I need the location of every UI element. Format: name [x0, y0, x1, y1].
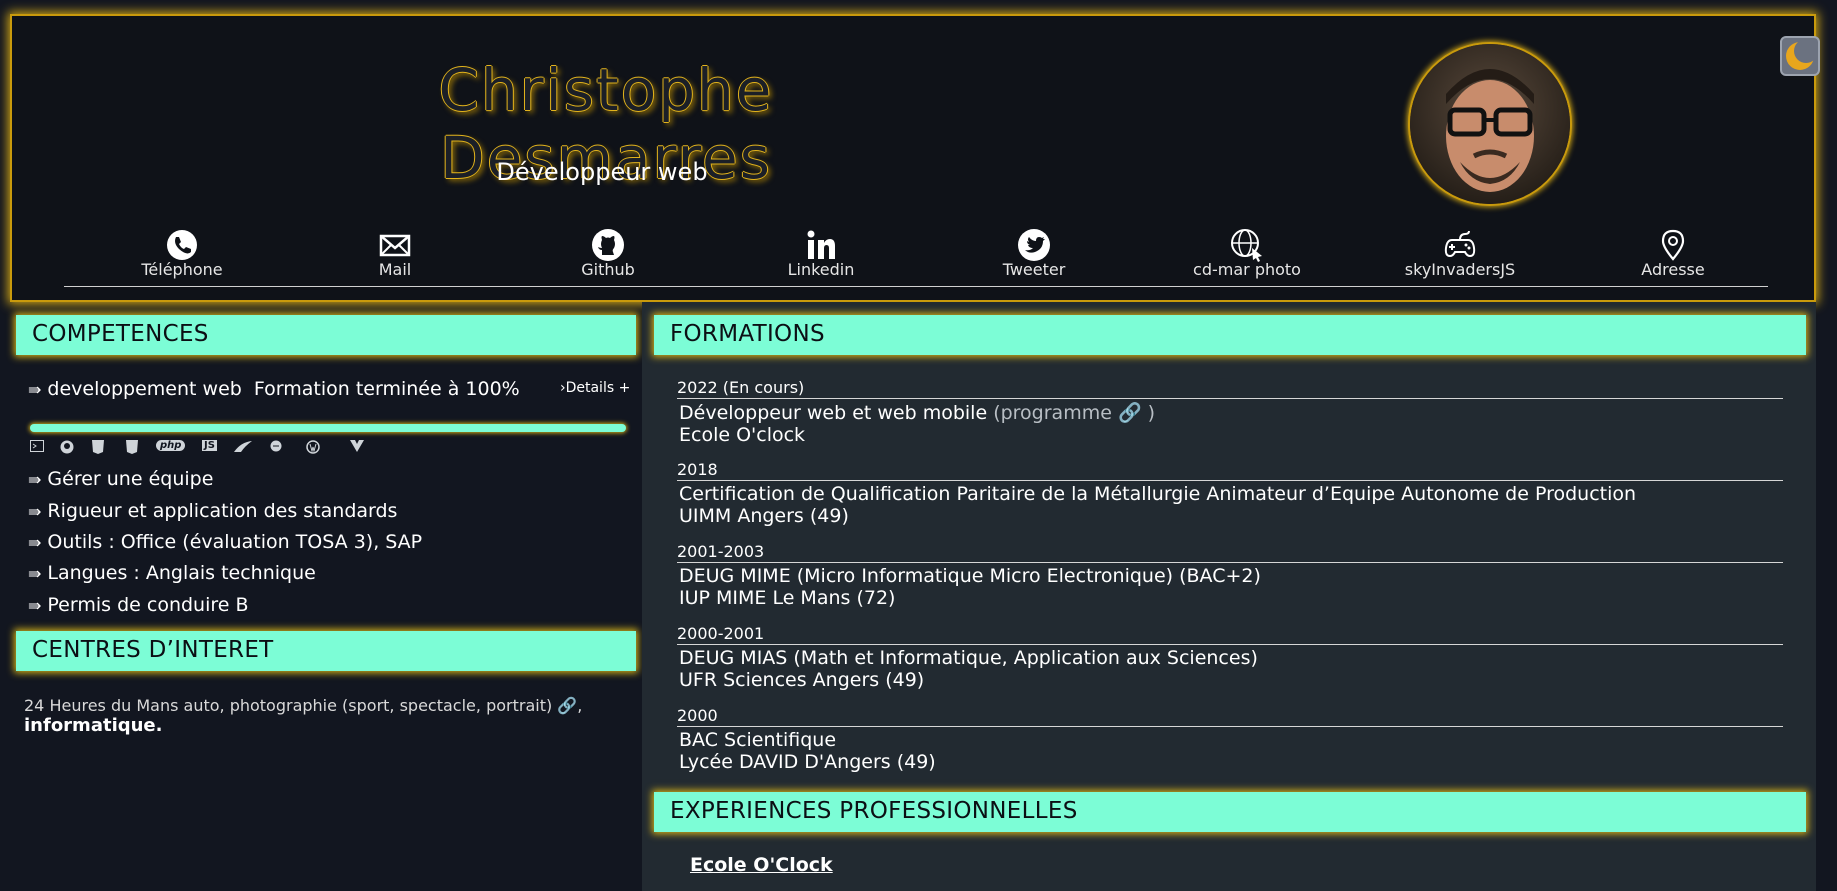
contact-github-link[interactable]: Github	[508, 228, 708, 279]
contact-links: Téléphone Mail Github Linkedin Tweeter c…	[64, 222, 1768, 287]
globe-www-icon	[1147, 228, 1347, 262]
vue-icon	[350, 440, 364, 455]
experience-company-link[interactable]: Ecole O'Clock	[690, 854, 833, 876]
github-icon	[508, 228, 708, 262]
competences-heading: COMPETENCES	[16, 315, 636, 355]
map-pin-icon	[1573, 228, 1773, 262]
arrow-icon: ⇛	[28, 564, 42, 583]
competence-main-label: developpement web	[47, 378, 242, 400]
competence-item: ⇛ Gérer une équipe	[28, 468, 214, 490]
link-icon[interactable]: 🔗	[557, 696, 577, 715]
theme-toggle-button[interactable]	[1780, 36, 1820, 76]
formations-heading: FORMATIONS	[654, 315, 1806, 355]
linkedin-icon	[721, 228, 921, 262]
twitter-icon	[934, 228, 1134, 262]
arrow-icon: ⇛	[28, 470, 42, 489]
contact-photo-site-link[interactable]: cd-mar photo	[1147, 228, 1347, 279]
mail-icon	[295, 228, 495, 262]
formation-item: 2018 Certification de Qualification Pari…	[677, 460, 1783, 527]
wordpress-icon	[306, 440, 320, 457]
formation-item: 2001-2003 DEUG MIME (Micro Informatique …	[677, 542, 1783, 609]
contact-address-link[interactable]: Adresse	[1573, 228, 1773, 279]
arrow-icon: ⇛	[28, 596, 42, 615]
formation-item: 2022 (En cours) Développeur web et web m…	[677, 378, 1783, 446]
moon-icon	[1786, 39, 1818, 70]
competence-item: ⇛ Outils : Office (évaluation TOSA 3), SA…	[28, 531, 423, 553]
job-title: Développeur web	[496, 158, 708, 186]
gamepad-icon	[1360, 228, 1560, 262]
contact-twitter-link[interactable]: Tweeter	[934, 228, 1134, 279]
api-icon	[270, 440, 282, 455]
competence-item: ⇛ Rigueur et application des standards	[28, 500, 398, 522]
github-icon	[60, 440, 74, 457]
competence-item: ⇛ Permis de conduire B	[28, 594, 249, 616]
css3-icon	[126, 440, 138, 457]
phone-icon	[82, 228, 282, 262]
competence-main-status: Formation terminée à 100%	[253, 378, 520, 400]
arrow-icon: ⇛	[28, 533, 42, 552]
arrow-icon: ⇛	[28, 380, 42, 399]
progress-bar	[30, 424, 626, 432]
html5-icon	[92, 440, 104, 457]
arrow-icon: ⇛	[28, 502, 42, 521]
formation-item: 2000 BAC Scientifique Lycée DAVID D'Ange…	[677, 706, 1783, 773]
interests-text: 24 Heures du Mans auto, photographie (sp…	[24, 696, 583, 736]
header: Christophe Desmarres Développeur web Tél…	[10, 14, 1820, 302]
contact-phone-link[interactable]: Téléphone	[82, 228, 282, 279]
contact-mail-link[interactable]: Mail	[295, 228, 495, 279]
php-icon: php	[156, 440, 186, 451]
js-icon: JS	[202, 440, 217, 451]
competence-item: ⇛ Langues : Anglais technique	[28, 562, 316, 584]
formation-item: 2000-2001 DEUG MIAS (Math et Informatiqu…	[677, 624, 1783, 691]
details-toggle[interactable]: ›Details +	[560, 380, 630, 396]
interests-heading: CENTRES D’INTERET	[16, 631, 636, 671]
link-icon[interactable]: 🔗	[1118, 402, 1142, 424]
experiences-heading: EXPERIENCES PROFESSIONNELLES	[654, 792, 1806, 832]
terminal-icon	[30, 440, 44, 455]
contact-game-link[interactable]: skyInvadersJS	[1360, 228, 1560, 279]
contact-linkedin-link[interactable]: Linkedin	[721, 228, 921, 279]
competence-main: ⇛ developpement web Formation terminée à …	[28, 378, 520, 400]
avatar-photo	[1410, 44, 1570, 204]
symfony-icon	[233, 440, 253, 457]
avatar	[1408, 42, 1572, 206]
